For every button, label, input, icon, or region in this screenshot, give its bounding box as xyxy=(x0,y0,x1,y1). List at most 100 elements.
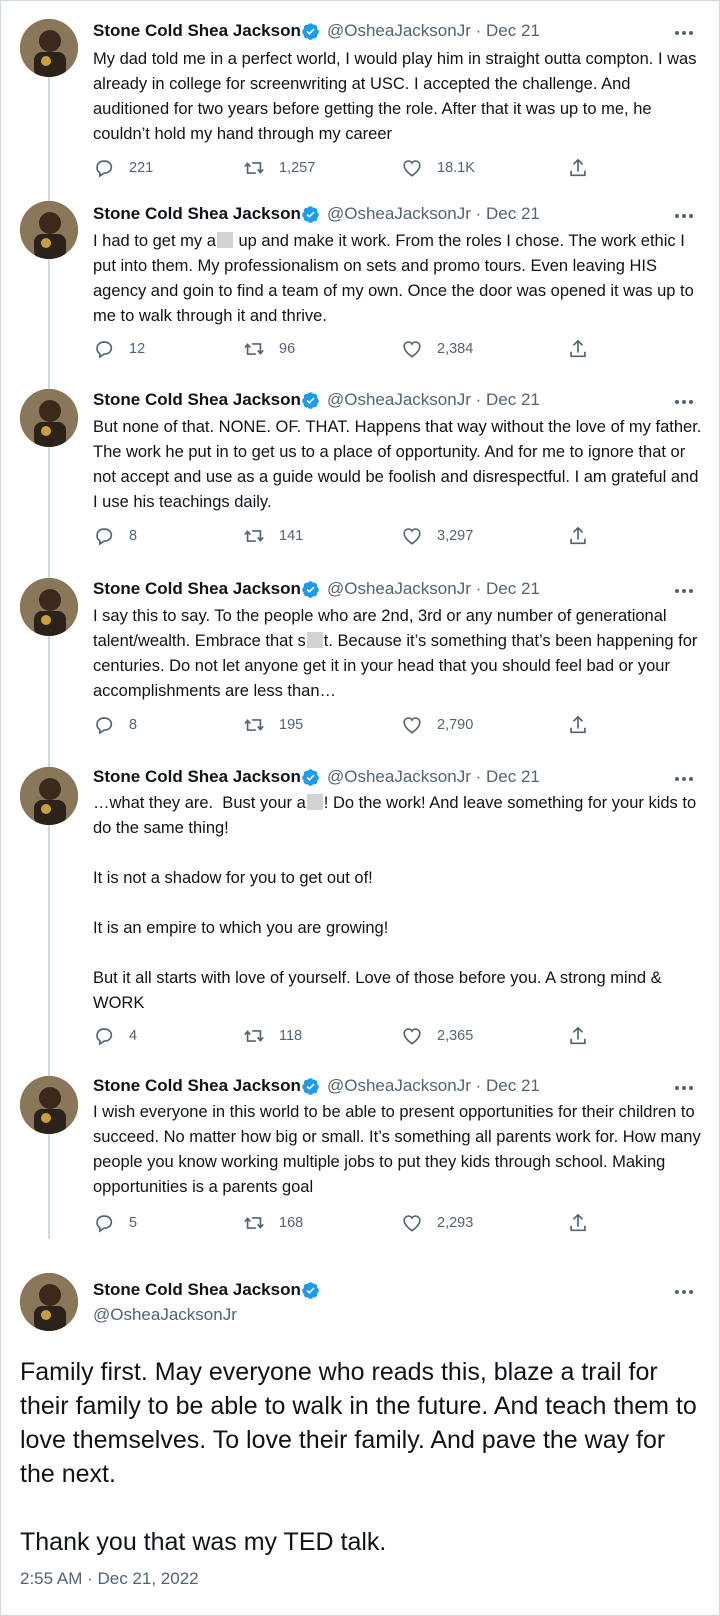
reply-count: 12 xyxy=(129,341,146,357)
author-name[interactable]: Stone Cold Shea Jackson xyxy=(93,21,301,41)
more-options-icon[interactable] xyxy=(673,581,695,601)
like-button[interactable]: 18.1K xyxy=(401,157,475,179)
retweet-button[interactable]: 96 xyxy=(243,338,295,360)
like-count: 2,365 xyxy=(437,1028,474,1044)
thread-tweet[interactable]: Stone Cold Shea Jackson @OsheaJacksonJr … xyxy=(1,1066,719,1256)
author-handle[interactable]: @OsheaJacksonJr xyxy=(327,390,471,409)
reply-button[interactable]: 8 xyxy=(93,714,137,736)
like-button[interactable]: 2,293 xyxy=(401,1212,473,1234)
avatar[interactable] xyxy=(20,578,78,636)
reply-icon xyxy=(96,1215,113,1233)
share-button[interactable] xyxy=(567,157,589,179)
reply-button[interactable]: 8 xyxy=(93,525,137,547)
thread-tweet[interactable]: Stone Cold Shea Jackson @OsheaJacksonJr … xyxy=(1,568,719,758)
main-tweet[interactable]: Stone Cold Shea Jackson @OsheaJacksonJr … xyxy=(1,1255,719,1615)
reply-button[interactable]: 4 xyxy=(93,1025,137,1047)
more-options-icon[interactable] xyxy=(673,392,695,412)
reply-button[interactable]: 5 xyxy=(93,1212,137,1234)
tweet-text: My dad told me in a perfect world, I wou… xyxy=(93,50,702,143)
author-handle[interactable]: @OsheaJacksonJr xyxy=(327,1076,471,1095)
tweet-date[interactable]: Dec 21 xyxy=(486,767,540,786)
reply-count: 8 xyxy=(129,528,138,544)
heart-icon xyxy=(403,341,421,358)
retweet-button[interactable]: 1,257 xyxy=(243,157,315,179)
redaction-mark xyxy=(216,232,233,248)
share-button[interactable] xyxy=(567,525,589,547)
retweet-button[interactable]: 118 xyxy=(243,1025,302,1047)
verified-badge-icon xyxy=(302,1078,319,1095)
share-button[interactable] xyxy=(567,1025,589,1047)
like-count: 18.1K xyxy=(437,160,475,176)
tweet-actions: 8 141 3,297 xyxy=(93,525,613,547)
retweet-count: 168 xyxy=(279,1215,304,1231)
heart-icon xyxy=(403,1028,421,1045)
tweet-date[interactable]: Dec 21 xyxy=(486,204,540,223)
author-handle[interactable]: @OsheaJacksonJr xyxy=(327,21,471,40)
like-button[interactable]: 3,297 xyxy=(401,525,473,547)
author-handle[interactable]: @OsheaJacksonJr xyxy=(327,579,471,598)
reply-icon xyxy=(96,1028,113,1046)
share-button[interactable] xyxy=(567,714,589,736)
more-options-icon[interactable] xyxy=(673,1282,695,1302)
reply-icon xyxy=(96,528,113,546)
share-button[interactable] xyxy=(567,1212,589,1234)
author-handle[interactable]: @OsheaJacksonJr xyxy=(327,767,471,786)
tweet-timestamp[interactable]: 2:55 AM · Dec 21, 2022 xyxy=(20,1569,199,1589)
retweet-button[interactable]: 141 xyxy=(243,525,303,547)
tweet-date[interactable]: Dec 21 xyxy=(486,21,540,40)
avatar[interactable] xyxy=(20,389,78,447)
tweet-actions: 4 118 2,365 xyxy=(93,1025,613,1047)
avatar[interactable] xyxy=(20,767,78,825)
retweet-button[interactable]: 168 xyxy=(243,1212,303,1234)
retweet-count: 1,257 xyxy=(279,160,316,176)
like-count: 3,297 xyxy=(437,528,474,544)
tweet-date[interactable]: Dec 21 xyxy=(486,1076,540,1095)
tweet-thread: Stone Cold Shea Jackson @OsheaJacksonJr … xyxy=(0,0,720,1616)
avatar[interactable] xyxy=(20,1273,78,1331)
tweet-text: I wish everyone in this world to be able… xyxy=(93,1103,706,1196)
author-name[interactable]: Stone Cold Shea Jackson xyxy=(93,767,301,787)
avatar[interactable] xyxy=(20,201,78,259)
like-button[interactable]: 2,365 xyxy=(401,1025,473,1047)
author-name[interactable]: Stone Cold Shea Jackson xyxy=(93,390,301,410)
reply-count: 4 xyxy=(129,1028,138,1044)
more-options-icon[interactable] xyxy=(673,206,695,226)
tweet-text: I had to get my a up and make it work. F… xyxy=(93,232,699,325)
like-count: 2,293 xyxy=(437,1215,474,1231)
heart-icon xyxy=(403,528,421,545)
retweet-count: 141 xyxy=(279,528,304,544)
author-handle[interactable]: @OsheaJacksonJr xyxy=(93,1305,237,1325)
share-icon xyxy=(570,158,586,177)
author-name[interactable]: Stone Cold Shea Jackson xyxy=(93,579,301,599)
tweet-date[interactable]: Dec 21 xyxy=(486,390,540,409)
share-button[interactable] xyxy=(567,338,589,360)
share-icon xyxy=(570,715,586,734)
tweet-date[interactable]: Dec 21 xyxy=(486,579,540,598)
reply-button[interactable]: 221 xyxy=(93,157,153,179)
tweet-actions: 5 168 2,293 xyxy=(93,1212,613,1234)
thread-tweet[interactable]: Stone Cold Shea Jackson @OsheaJacksonJr … xyxy=(1,757,719,1067)
retweet-icon xyxy=(244,530,264,542)
share-icon xyxy=(570,1213,586,1232)
author-handle[interactable]: @OsheaJacksonJr xyxy=(327,204,471,223)
like-button[interactable]: 2,384 xyxy=(401,338,473,360)
more-options-icon[interactable] xyxy=(673,769,695,789)
retweet-button[interactable]: 195 xyxy=(243,714,303,736)
thread-tweet[interactable]: Stone Cold Shea Jackson @OsheaJacksonJr … xyxy=(1,191,719,381)
redaction-mark xyxy=(306,794,323,810)
thread-tweet[interactable]: Stone Cold Shea Jackson @OsheaJacksonJr … xyxy=(1,1,719,196)
heart-icon xyxy=(403,160,421,177)
verified-badge-icon xyxy=(302,1282,319,1299)
reply-button[interactable]: 12 xyxy=(93,338,145,360)
avatar[interactable] xyxy=(20,1076,78,1134)
author-name[interactable]: Stone Cold Shea Jackson xyxy=(93,1076,301,1096)
author-name[interactable]: Stone Cold Shea Jackson xyxy=(93,1280,301,1300)
share-icon xyxy=(570,339,586,358)
avatar[interactable] xyxy=(20,19,78,77)
more-options-icon[interactable] xyxy=(673,1078,695,1098)
thread-tweet[interactable]: Stone Cold Shea Jackson @OsheaJacksonJr … xyxy=(1,379,719,569)
verified-badge-icon xyxy=(302,392,319,409)
author-name[interactable]: Stone Cold Shea Jackson xyxy=(93,204,301,224)
like-button[interactable]: 2,790 xyxy=(401,714,473,736)
more-options-icon[interactable] xyxy=(673,23,695,43)
